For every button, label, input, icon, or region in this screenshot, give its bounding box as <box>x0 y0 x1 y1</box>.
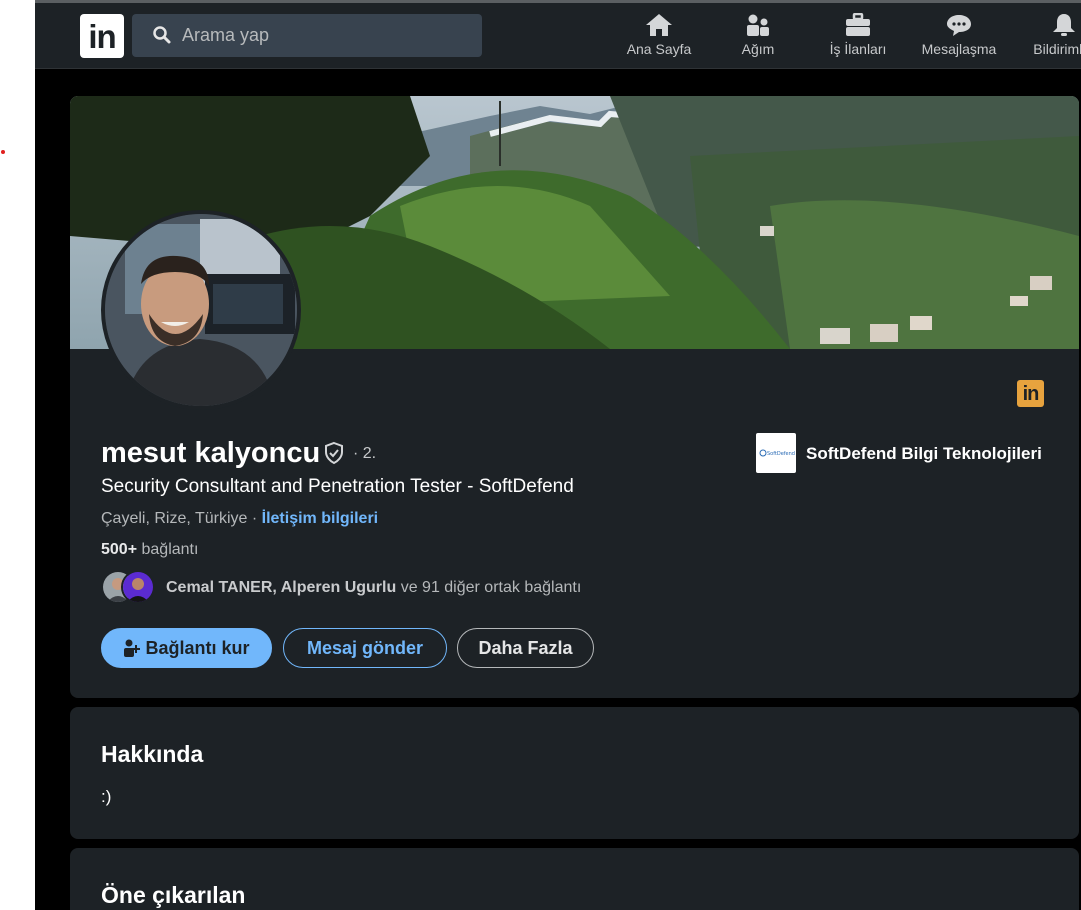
location-row: Çayeli, Rize, Türkiye · İletişim bilgile… <box>101 510 378 528</box>
verified-shield-icon[interactable] <box>322 441 346 465</box>
search-icon <box>153 26 171 44</box>
linkedin-app: in Ana Sayfa Ağım <box>35 0 1081 910</box>
bell-icon <box>1053 14 1075 36</box>
network-icon <box>747 14 769 36</box>
top-navigation: in Ana Sayfa Ağım <box>35 0 1081 69</box>
company-logo[interactable]: SoftDefend <box>756 433 796 473</box>
linkedin-logo[interactable]: in <box>80 14 124 58</box>
nav-network[interactable]: Ağım <box>731 11 785 67</box>
connections-number: 500+ <box>101 541 138 558</box>
featured-title: Öne çıkarılan <box>101 882 246 908</box>
nav-home-label: Ana Sayfa <box>626 41 692 57</box>
profile-name: mesut kalyoncu <box>101 437 321 469</box>
mutual-avatar-2 <box>121 570 155 604</box>
about-text: :) <box>101 787 112 806</box>
mutual-connections-text[interactable]: Cemal TANER, Alperen Ugurlu ve 91 diğer … <box>166 579 581 597</box>
company-logo-text: SoftDefend <box>767 451 795 457</box>
connection-degree: · 2. <box>353 445 377 462</box>
search-box[interactable] <box>132 14 482 57</box>
briefcase-icon <box>846 13 870 36</box>
nav-jobs-label: İş İlanları <box>829 41 887 57</box>
featured-card: Öne çıkarılan <box>70 848 1079 910</box>
about-card: Hakkında :) <box>70 707 1079 839</box>
messaging-icon <box>947 15 971 36</box>
mutual-avatars[interactable] <box>101 570 161 606</box>
location-separator: · <box>247 510 262 527</box>
connect-button-label: Bağlantı kur <box>145 638 250 658</box>
nav-messaging-label: Mesajlaşma <box>921 41 997 57</box>
search-input[interactable] <box>182 14 472 57</box>
message-button[interactable]: Mesaj gönder <box>283 628 447 668</box>
about-title: Hakkında <box>101 741 204 767</box>
left-margin <box>0 0 35 910</box>
connections-label: bağlantı <box>137 541 199 558</box>
connections-count[interactable]: 500+ bağlantı <box>101 541 198 559</box>
profile-headline: Security Consultant and Penetration Test… <box>101 476 574 497</box>
nav-jobs[interactable]: İş İlanları <box>823 11 893 67</box>
add-person-icon <box>124 639 141 657</box>
nav-messaging[interactable]: Mesajlaşma <box>918 11 1000 67</box>
nav-home[interactable]: Ana Sayfa <box>622 11 696 67</box>
mutual-rest: ve 91 diğer ortak bağlantı <box>396 579 582 596</box>
more-button[interactable]: Daha Fazla <box>457 628 594 668</box>
red-dot-marker <box>1 150 5 154</box>
contact-info-link[interactable]: İletişim bilgileri <box>262 510 378 527</box>
company-name[interactable]: SoftDefend Bilgi Teknolojileri <box>806 444 1042 464</box>
profile-card: in mesut kalyoncu · 2. Security Consulta… <box>70 96 1079 698</box>
mutual-names: Cemal TANER, Alperen Ugurlu <box>166 579 397 596</box>
nav-notifications[interactable]: Bildirimler <box>1024 11 1081 67</box>
nav-network-label: Ağım <box>741 41 775 57</box>
profile-avatar[interactable] <box>101 210 301 410</box>
connect-button[interactable]: Bağlantı kur <box>101 628 272 668</box>
location-text: Çayeli, Rize, Türkiye <box>101 510 248 527</box>
nav-notifications-label: Bildirimler <box>1033 41 1081 57</box>
linkedin-premium-badge[interactable]: in <box>1017 380 1044 407</box>
home-icon <box>646 14 672 36</box>
